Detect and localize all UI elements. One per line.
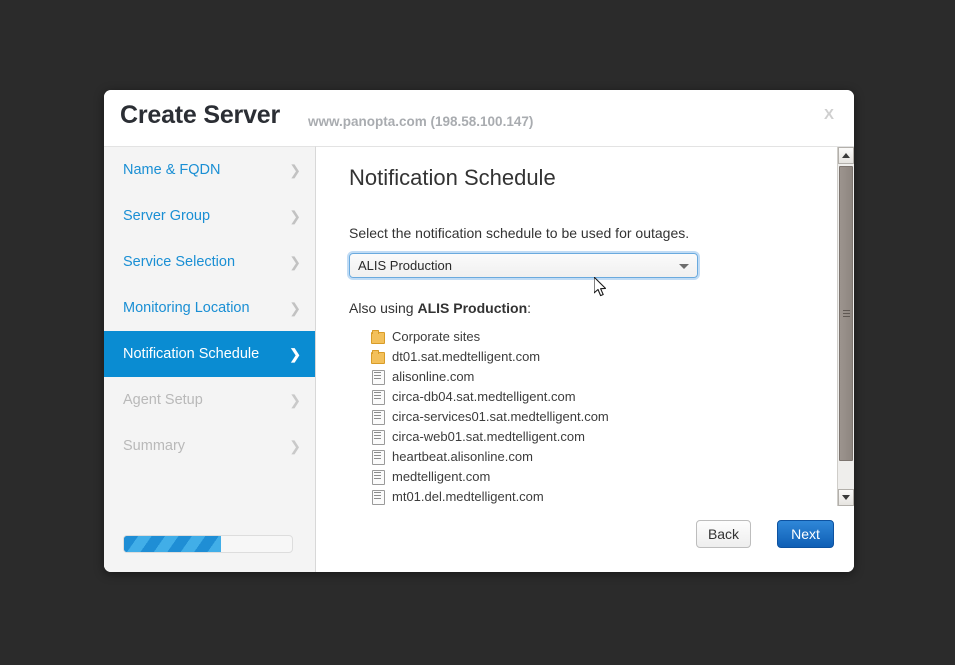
list-item[interactable]: heartbeat.alisonline.com [371,446,815,466]
also-using-prefix: Also using [349,300,417,316]
grip-lines-icon [843,310,850,318]
sidebar-item-label: Summary [123,438,289,454]
close-icon[interactable]: X [819,104,839,125]
scrollbar-thumb[interactable] [839,166,853,461]
sidebar-item-service-selection[interactable]: Service Selection ❯ [104,239,315,285]
also-using-schedule-name: ALIS Production [417,300,527,316]
chevron-right-icon: ❯ [289,301,301,315]
list-item[interactable]: circa-db04.sat.medtelligent.com [371,386,815,406]
dialog-body: Name & FQDN ❯ Server Group ❯ Service Sel… [104,146,854,572]
sidebar-item-summary: Summary ❯ [104,423,315,469]
content-scroll-area: Notification Schedule Select the notific… [316,147,837,506]
select-prompt-text: Select the notification schedule to be u… [349,225,815,241]
sidebar-item-monitoring-location[interactable]: Monitoring Location ❯ [104,285,315,331]
sidebar-item-label: Agent Setup [123,392,289,408]
sidebar-item-label: Name & FQDN [123,162,289,178]
scroll-down-button[interactable] [838,489,854,506]
list-item[interactable]: alisonline.com [371,366,815,386]
sidebar-item-notification-schedule[interactable]: Notification Schedule ❯ [104,331,315,377]
notification-schedule-select-value: ALIS Production [358,258,452,273]
caret-down-icon [842,495,850,500]
chevron-down-icon [679,264,689,269]
next-button[interactable]: Next [777,520,834,548]
sidebar-item-label: Monitoring Location [123,300,289,316]
list-item-label: Corporate sites [392,329,480,344]
chevron-right-icon: ❯ [289,255,301,269]
list-item[interactable]: dt01.sat.medtelligent.com [371,346,815,366]
server-icon [371,450,383,463]
also-using-suffix: : [527,300,531,316]
dialog-title: Create Server [120,101,280,130]
sidebar-item-name-fqdn[interactable]: Name & FQDN ❯ [104,147,315,193]
list-item-label: circa-db04.sat.medtelligent.com [392,389,576,404]
list-item[interactable]: medtelligent.com [371,466,815,486]
content-scrollbar[interactable] [837,147,854,506]
sidebar-item-label: Notification Schedule [123,346,289,362]
also-using-list: Corporate sites dt01.sat.medtelligent.co… [349,326,815,506]
wizard-sidebar: Name & FQDN ❯ Server Group ❯ Service Sel… [104,146,316,572]
notification-schedule-select[interactable]: ALIS Production [349,253,698,278]
chevron-right-icon: ❯ [289,439,301,453]
also-using-label: Also using ALIS Production: [349,300,815,316]
page-title: Notification Schedule [349,165,815,191]
scrollbar-track[interactable] [838,164,854,489]
sidebar-item-label: Service Selection [123,254,289,270]
back-button[interactable]: Back [696,520,751,548]
caret-up-icon [842,153,850,158]
list-item-label: dt01.sat.medtelligent.com [392,349,540,364]
sidebar-item-server-group[interactable]: Server Group ❯ [104,193,315,239]
chevron-right-icon: ❯ [289,163,301,177]
list-item-label: circa-web01.sat.medtelligent.com [392,429,585,444]
chevron-right-icon: ❯ [289,209,301,223]
folder-icon [371,330,383,343]
server-icon [371,370,383,383]
list-item[interactable]: mt01.del.medtelligent.com [371,486,815,506]
server-icon [371,430,383,443]
create-server-dialog: Create Server www.panopta.com (198.58.10… [104,90,854,572]
dialog-subtitle: www.panopta.com (198.58.100.147) [308,114,533,129]
list-item-label: heartbeat.alisonline.com [392,449,533,464]
server-icon [371,490,383,503]
chevron-right-icon: ❯ [289,347,301,361]
server-icon [371,390,383,403]
wizard-progress-fill [124,536,221,552]
list-item-label: circa-services01.sat.medtelligent.com [392,409,609,424]
dialog-footer: Back Next [316,506,854,572]
list-item-label: alisonline.com [392,369,474,384]
list-item-label: medtelligent.com [392,469,490,484]
list-item[interactable]: Corporate sites [371,326,815,346]
dialog-header: Create Server www.panopta.com (198.58.10… [104,90,854,146]
list-item[interactable]: circa-services01.sat.medtelligent.com [371,406,815,426]
wizard-progress-bar [123,535,293,553]
wizard-content: Notification Schedule Select the notific… [316,146,854,572]
sidebar-item-agent-setup: Agent Setup ❯ [104,377,315,423]
scroll-up-button[interactable] [838,147,854,164]
server-icon [371,470,383,483]
list-item-label: mt01.del.medtelligent.com [392,489,544,504]
folder-icon [371,350,383,363]
chevron-right-icon: ❯ [289,393,301,407]
list-item[interactable]: circa-web01.sat.medtelligent.com [371,426,815,446]
sidebar-item-label: Server Group [123,208,289,224]
server-icon [371,410,383,423]
